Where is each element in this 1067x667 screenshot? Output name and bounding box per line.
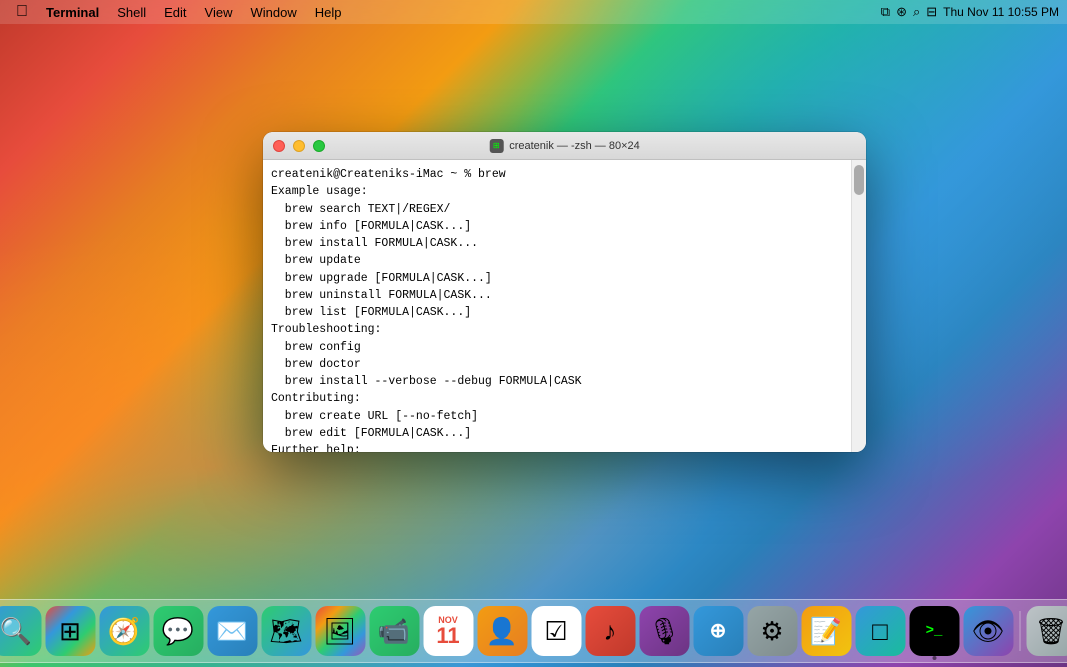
dock-item-mail[interactable]: ✉️ [207,606,257,656]
dock-item-notes[interactable]: 📝 [801,606,851,656]
menubar-datetime: Thu Nov 11 10:55 PM [943,5,1059,19]
dock-item-music[interactable]: ♪ [585,606,635,656]
terminal-app-icon: ⊞ [489,139,503,153]
terminal-dock-icon: >_ [926,623,943,639]
calendar-icon: NOV 11 [436,616,459,647]
finder-icon: 🔍 [0,616,32,647]
photos-icon: 🖼 [323,616,356,647]
podcasts-icon: 🎙 [647,616,680,647]
maps-icon: 🗺 [269,616,302,647]
dock-item-safari[interactable]: 🧭 [99,606,149,656]
terminal-line: Further help: [271,442,843,452]
messages-icon: 💬 [162,616,194,647]
terminal-line: brew upgrade [FORMULA|CASK...] [271,270,843,287]
menubar-help[interactable]: Help [307,3,350,22]
menubar-wifi-icon[interactable]: ⊛ [896,4,907,20]
terminal-titlebar: ⊞ createnik — -zsh — 80×24 [263,132,866,160]
terminal-line: Example usage: [271,183,843,200]
dock-item-facetime[interactable]: 📹 [369,606,419,656]
music-icon: ♪ [604,616,617,647]
menubar-left:  Terminal Shell Edit View Window Help [8,3,881,22]
terminal-line: brew update [271,252,843,269]
mail-icon: ✉️ [216,616,248,647]
close-button[interactable] [273,140,285,152]
terminal-line: brew edit [FORMULA|CASK...] [271,425,843,442]
terminal-line: brew list [FORMULA|CASK...] [271,304,843,321]
contacts-icon: 👤 [486,616,518,647]
virtualbox-icon: □ [872,616,888,647]
dock-item-terminal[interactable]: >_ [909,606,959,656]
reminders-icon: ☑ [544,616,567,647]
dock: 🔍 ⊞ 🧭 💬 ✉️ 🗺 🖼 📹 NOV 11 👤 ☑ ♪ 🎙 ⊕ ⚙ 📝 □ >_ 👁 🗑 [0,599,1067,663]
terminal-body[interactable]: createnik@Createniks-iMac ~ % brewExampl… [263,160,851,452]
notes-icon: 📝 [810,616,842,647]
menubar-battery-icon[interactable]: ⊟ [926,4,937,20]
dock-item-system-preferences[interactable]: ⚙ [747,606,797,656]
safari-icon: 🧭 [108,616,140,647]
apple-menu[interactable]:  [8,3,36,21]
terminal-line: brew uninstall FORMULA|CASK... [271,287,843,304]
menubar-shell[interactable]: Shell [109,3,154,22]
dock-item-trash[interactable]: 🗑 [1026,606,1067,656]
dock-item-contacts[interactable]: 👤 [477,606,527,656]
dock-item-messages[interactable]: 💬 [153,606,203,656]
dock-item-maps[interactable]: 🗺 [261,606,311,656]
terminal-window: ⊞ createnik — -zsh — 80×24 createnik@Cre… [263,132,866,452]
menubar-app-name[interactable]: Terminal [38,3,107,22]
terminal-line: Contributing: [271,390,843,407]
dock-item-finder[interactable]: 🔍 [0,606,41,656]
menubar-view[interactable]: View [197,3,241,22]
menubar-right: ⧉ ⊛ ⌕ ⊟ Thu Nov 11 10:55 PM [881,4,1059,20]
menubar:  Terminal Shell Edit View Window Help ⧉… [0,0,1067,24]
menubar-search-icon[interactable]: ⌕ [913,4,920,20]
menubar-window[interactable]: Window [243,3,305,22]
terminal-title-text: createnik — -zsh — 80×24 [509,140,640,152]
terminal-line: brew search TEXT|/REGEX/ [271,201,843,218]
minimize-button[interactable] [293,140,305,152]
system-preferences-icon: ⚙ [760,616,783,647]
trash-icon: 🗑 [1034,616,1067,647]
terminal-line: brew install --verbose --debug FORMULA|C… [271,373,843,390]
maximize-button[interactable] [313,140,325,152]
menubar-window-icon[interactable]: ⧉ [881,4,890,20]
terminal-title: ⊞ createnik — -zsh — 80×24 [489,139,640,153]
dock-item-virtualbox[interactable]: □ [855,606,905,656]
appstore-dock-icon: ⊕ [710,618,727,644]
dock-item-podcasts[interactable]: 🎙 [639,606,689,656]
terminal-line: Troubleshooting: [271,321,843,338]
terminal-line: brew install FORMULA|CASK... [271,235,843,252]
terminal-line: brew create URL [--no-fetch] [271,408,843,425]
dock-item-preview[interactable]: 👁 [963,606,1013,656]
terminal-scroll-thumb[interactable] [854,165,864,195]
terminal-line: brew doctor [271,356,843,373]
dock-item-photos[interactable]: 🖼 [315,606,365,656]
terminal-scrollbar[interactable] [851,160,866,452]
terminal-line: brew info [FORMULA|CASK...] [271,218,843,235]
menubar-edit[interactable]: Edit [156,3,194,22]
terminal-line: createnik@Createniks-iMac ~ % brew [271,166,843,183]
dock-active-indicator [932,656,936,660]
dock-separator [1019,611,1020,651]
launchpad-icon: ⊞ [59,616,81,647]
terminal-line: brew config [271,339,843,356]
facetime-icon: 📹 [378,616,410,647]
dock-item-launchpad[interactable]: ⊞ [45,606,95,656]
dock-item-calendar[interactable]: NOV 11 [423,606,473,656]
dock-item-app-store[interactable]: ⊕ [693,606,743,656]
preview-icon: 👁 [971,616,1004,647]
dock-item-reminders[interactable]: ☑ [531,606,581,656]
